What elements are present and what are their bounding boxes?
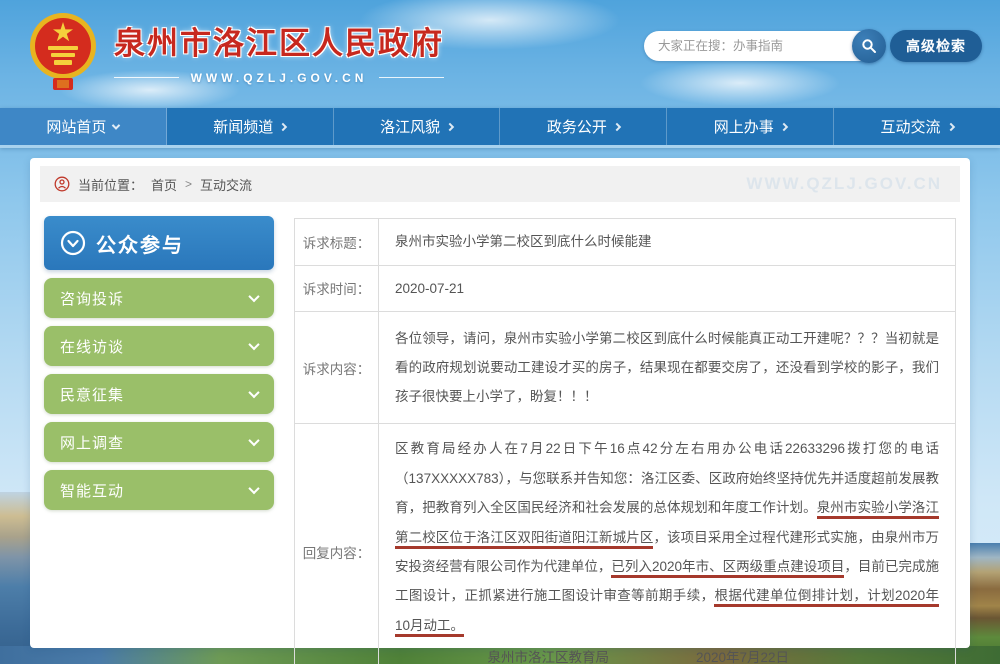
- appeal-time-value: 2020-07-21: [379, 266, 955, 312]
- sidebar-item-label: 智能互动: [60, 480, 124, 501]
- nav-item-gov-affairs[interactable]: 政务公开: [500, 108, 667, 145]
- nav-label: 政务公开: [547, 116, 607, 137]
- background-scenery-left: [0, 492, 33, 664]
- sidebar-item-label: 咨询投诉: [60, 288, 124, 309]
- appeal-content-value: 各位领导，请问，泉州市实验小学第二校区到底什么时候能真正动工开建呢？？？当初就是…: [379, 312, 955, 423]
- nav-label: 网站首页: [46, 116, 106, 137]
- reply-text-underlined: 已列入2020年市、区两级重点建设项目: [611, 559, 844, 578]
- appeal-detail: 诉求标题： 泉州市实验小学第二校区到底什么时候能建 诉求时间： 2020-07-…: [294, 216, 956, 664]
- main-nav: 网站首页 新闻频道 洛江风貌 政务公开 网上办事 互动交流: [0, 108, 1000, 148]
- chevron-right-icon: [446, 122, 454, 130]
- reply-signature: 泉州市洛江区教育局: [487, 644, 609, 664]
- nav-item-luojiang-scenery[interactable]: 洛江风貌: [334, 108, 501, 145]
- divider: [114, 77, 179, 78]
- site-title: 泉州市洛江区人民政府: [114, 18, 444, 63]
- appeal-content-label: 诉求内容：: [295, 312, 379, 423]
- sidebar-item-label: 在线访谈: [60, 336, 124, 357]
- table-row-appeal-content: 诉求内容： 各位领导，请问，泉州市实验小学第二校区到底什么时候能真正动工开建呢？…: [295, 312, 955, 424]
- search-icon: [861, 38, 877, 54]
- nav-label: 新闻频道: [213, 116, 273, 137]
- chevron-right-icon: [779, 122, 787, 130]
- chevron-down-icon: [248, 435, 259, 446]
- chevron-down-icon: [248, 339, 259, 350]
- table-row-appeal-title: 诉求标题： 泉州市实验小学第二校区到底什么时候能建: [295, 219, 955, 266]
- nav-item-online-services[interactable]: 网上办事: [667, 108, 834, 145]
- chevron-down-icon: [112, 121, 120, 129]
- breadcrumb-current[interactable]: 互动交流: [200, 175, 252, 194]
- appeal-title-label: 诉求标题：: [295, 219, 379, 265]
- nav-label: 网上办事: [714, 116, 774, 137]
- panel-watermark: WWW.QZLJ.GOV.CN: [746, 174, 942, 194]
- appeal-title-value: 泉州市实验小学第二校区到底什么时候能建: [379, 219, 955, 265]
- search-button[interactable]: [852, 29, 886, 63]
- chevron-right-icon: [613, 122, 621, 130]
- sidebar-item-online-interview[interactable]: 在线访谈: [44, 326, 274, 366]
- breadcrumb: 当前位置： 首页 > 互动交流 WWW.QZLJ.GOV.CN: [40, 166, 960, 202]
- reply-sign-date: 2020年7月22日: [696, 644, 789, 664]
- nav-label: 洛江风貌: [380, 116, 440, 137]
- reply-content-label: 回复内容：: [295, 424, 379, 664]
- nav-item-interaction[interactable]: 互动交流: [834, 108, 1000, 145]
- site-logo[interactable]: 泉州市洛江区人民政府 WWW.QZLJ.GOV.CN: [26, 8, 444, 94]
- chevron-right-icon: [946, 122, 954, 130]
- reply-paragraph: 区教育局经办人在7月22日下午16点42分左右用办公电话22633296拨打您的…: [395, 434, 939, 640]
- sidebar-title: 公众参与: [96, 229, 184, 258]
- sidebar-header-public-participation[interactable]: 公众参与: [44, 216, 274, 270]
- sidebar-item-label: 民意征集: [60, 384, 124, 405]
- sidebar-item-consult-complaints[interactable]: 咨询投诉: [44, 278, 274, 318]
- site-header: 泉州市洛江区人民政府 WWW.QZLJ.GOV.CN 高级检索: [0, 0, 1000, 108]
- circle-chevron-down-icon: [60, 230, 86, 256]
- chevron-down-icon: [248, 483, 259, 494]
- site-url: WWW.QZLJ.GOV.CN: [179, 71, 380, 85]
- sidebar-item-opinion-collection[interactable]: 民意征集: [44, 374, 274, 414]
- sidebar: 公众参与 咨询投诉 在线访谈 民意征集 网上调查 智能互动: [44, 216, 274, 664]
- breadcrumb-separator: >: [185, 177, 192, 191]
- search-input[interactable]: [644, 31, 882, 61]
- chevron-down-icon: [248, 291, 259, 302]
- appeal-detail-table: 诉求标题： 泉州市实验小学第二校区到底什么时候能建 诉求时间： 2020-07-…: [294, 218, 956, 664]
- national-emblem-icon: [26, 8, 100, 94]
- reply-content-value: 区教育局经办人在7月22日下午16点42分左右用办公电话22633296拨打您的…: [379, 424, 955, 664]
- sidebar-item-label: 网上调查: [60, 432, 124, 453]
- breadcrumb-home-link[interactable]: 首页: [151, 175, 177, 194]
- table-row-appeal-time: 诉求时间： 2020-07-21: [295, 266, 955, 313]
- search-bar: [644, 31, 882, 61]
- content-panel: 当前位置： 首页 > 互动交流 WWW.QZLJ.GOV.CN 公众参与 咨询投…: [30, 158, 970, 648]
- chevron-right-icon: [279, 122, 287, 130]
- breadcrumb-label: 当前位置：: [78, 175, 143, 194]
- nav-item-news[interactable]: 新闻频道: [167, 108, 334, 145]
- advanced-search-button[interactable]: 高级检索: [890, 30, 982, 62]
- location-person-icon: [54, 176, 70, 192]
- divider: [379, 77, 444, 78]
- table-row-reply-content: 回复内容： 区教育局经办人在7月22日下午16点42分左右用办公电话226332…: [295, 424, 955, 664]
- nav-label: 互动交流: [881, 116, 941, 137]
- nav-item-home[interactable]: 网站首页: [0, 108, 167, 145]
- appeal-time-label: 诉求时间：: [295, 266, 379, 312]
- chevron-down-icon: [248, 387, 259, 398]
- sidebar-item-smart-interaction[interactable]: 智能互动: [44, 470, 274, 510]
- sidebar-item-online-survey[interactable]: 网上调查: [44, 422, 274, 462]
